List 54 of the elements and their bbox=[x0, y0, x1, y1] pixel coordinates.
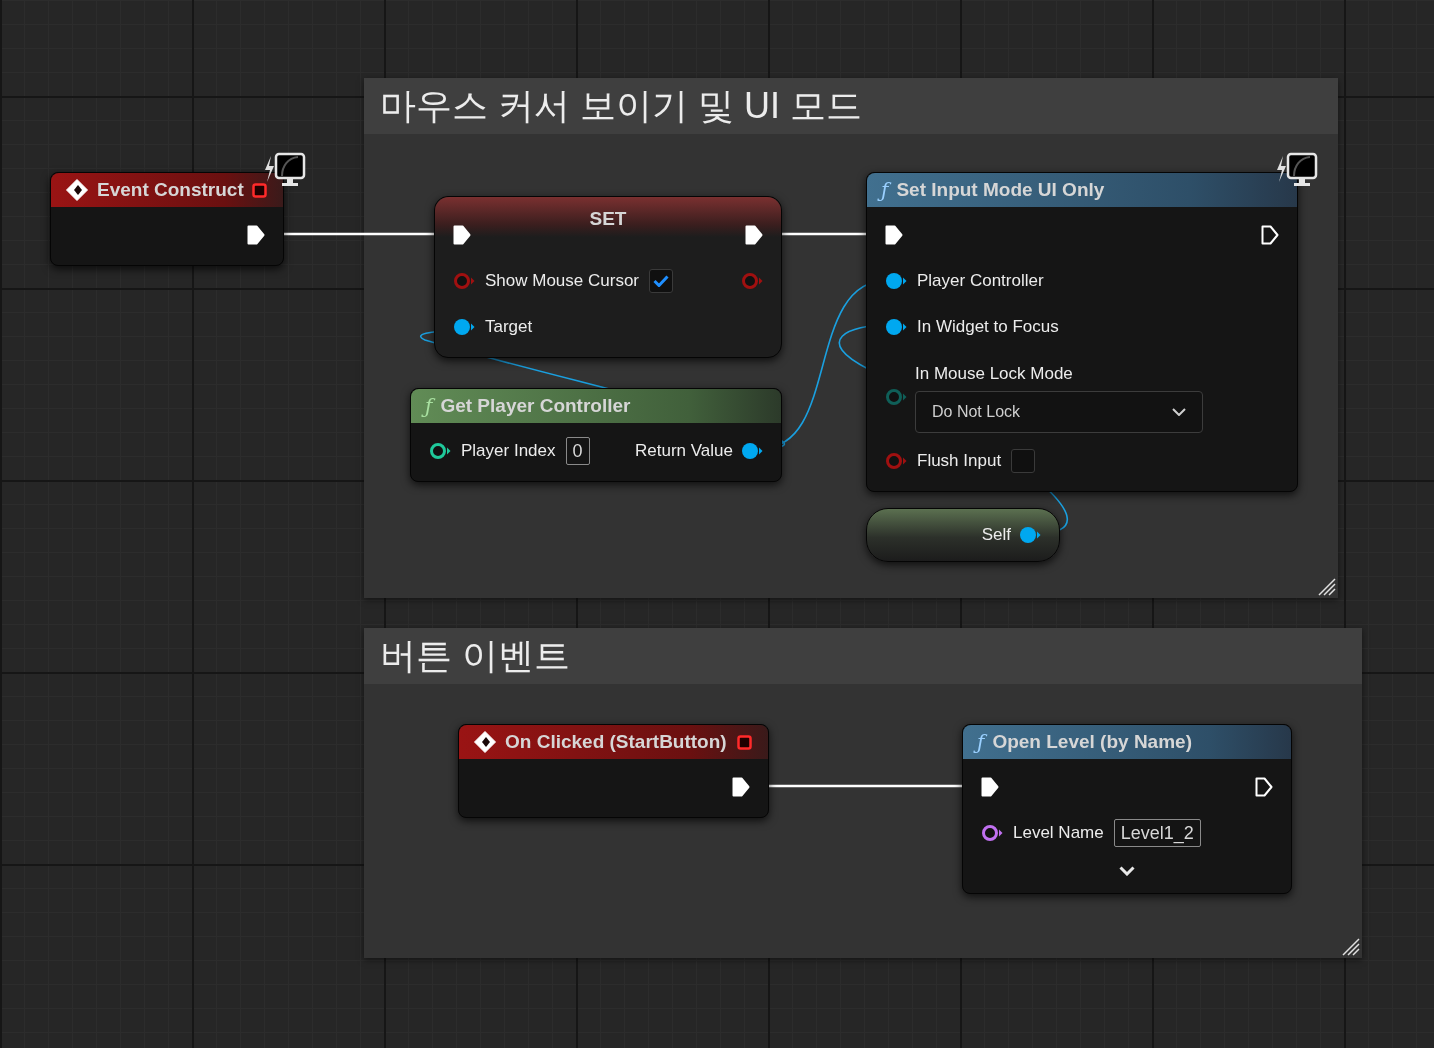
pin-label: Player Controller bbox=[917, 270, 1044, 293]
exec-pin-icon[interactable] bbox=[1261, 225, 1279, 245]
graph-node[interactable]: ƒ Open Level (by Name) Level Name Level1_2 bbox=[962, 724, 1292, 894]
data-pin-icon[interactable] bbox=[1019, 526, 1041, 544]
checkmark-icon bbox=[653, 275, 669, 287]
node-title: Open Level (by Name) bbox=[992, 729, 1192, 754]
node-title: Event Construct bbox=[97, 177, 244, 202]
dropdown[interactable]: Do Not Lock bbox=[915, 390, 1203, 433]
graph-node[interactable]: ƒ Set Input Mode UI Only Player Controller In Widget to Focus In Mouse Lock Mode Do Not Lock Flush Input bbox=[866, 172, 1298, 492]
pin-label: Show Mouse Cursor bbox=[485, 270, 639, 293]
graph-node[interactable]: Event Construct bbox=[50, 172, 284, 266]
value-field[interactable]: 0 bbox=[565, 437, 590, 465]
checkbox[interactable] bbox=[649, 269, 673, 293]
exec-pin-icon[interactable] bbox=[745, 225, 763, 245]
graph-node[interactable]: Self bbox=[866, 508, 1060, 562]
advanced-pins-toggle[interactable] bbox=[1119, 866, 1135, 876]
node-title: SET bbox=[589, 207, 627, 231]
pin-label: Return Value bbox=[635, 440, 733, 463]
exec-pin-icon[interactable] bbox=[247, 225, 265, 245]
pin-label: Level Name bbox=[1013, 822, 1104, 845]
pin-label: In Widget to Focus bbox=[917, 316, 1059, 339]
resize-grip-icon[interactable] bbox=[1342, 938, 1360, 956]
chevron-down-icon bbox=[1172, 407, 1186, 416]
pin-label: In Mouse Lock Mode bbox=[915, 363, 1074, 386]
pin-label: Target bbox=[485, 316, 533, 339]
node-title: On Clicked (StartButton) bbox=[505, 729, 727, 754]
comment-title: 버튼 이벤트 bbox=[380, 634, 570, 678]
graph-node[interactable]: SET Show Mouse Cursor Target bbox=[434, 196, 782, 358]
exec-pin-icon[interactable] bbox=[885, 225, 903, 245]
event-diamond-icon bbox=[65, 178, 89, 202]
node-title: Set Input Mode UI Only bbox=[896, 177, 1105, 202]
comment-title: 마우스 커서 보이기 및 UI 모드 bbox=[380, 84, 862, 128]
event-diamond-icon bbox=[473, 730, 497, 754]
delegate-pin-icon[interactable] bbox=[737, 734, 752, 750]
data-pin-icon[interactable] bbox=[885, 272, 907, 290]
pin-label: Flush Input bbox=[917, 450, 1002, 473]
pin-label: Self bbox=[981, 524, 1011, 547]
data-pin-icon[interactable] bbox=[885, 318, 907, 336]
data-pin-icon[interactable] bbox=[429, 442, 451, 460]
delegate-pin-icon[interactable] bbox=[252, 182, 267, 198]
exec-pin-icon[interactable] bbox=[732, 777, 750, 797]
resize-grip-icon[interactable] bbox=[1318, 578, 1336, 596]
pin-label: Player Index bbox=[461, 440, 556, 463]
data-pin-icon[interactable] bbox=[981, 824, 1003, 842]
graph-node[interactable]: ƒ Get Player Controller Player Index 0 Return Value bbox=[410, 388, 782, 482]
data-pin-icon[interactable] bbox=[453, 318, 475, 336]
value-field[interactable]: Level1_2 bbox=[1113, 819, 1201, 847]
graph-node[interactable]: On Clicked (StartButton) bbox=[458, 724, 769, 818]
exec-pin-icon[interactable] bbox=[981, 777, 999, 797]
data-pin-icon[interactable] bbox=[741, 442, 763, 460]
exec-pin-icon[interactable] bbox=[453, 225, 471, 245]
exec-pin-icon[interactable] bbox=[1255, 777, 1273, 797]
checkbox[interactable] bbox=[1011, 449, 1036, 473]
node-title: Get Player Controller bbox=[440, 393, 631, 418]
